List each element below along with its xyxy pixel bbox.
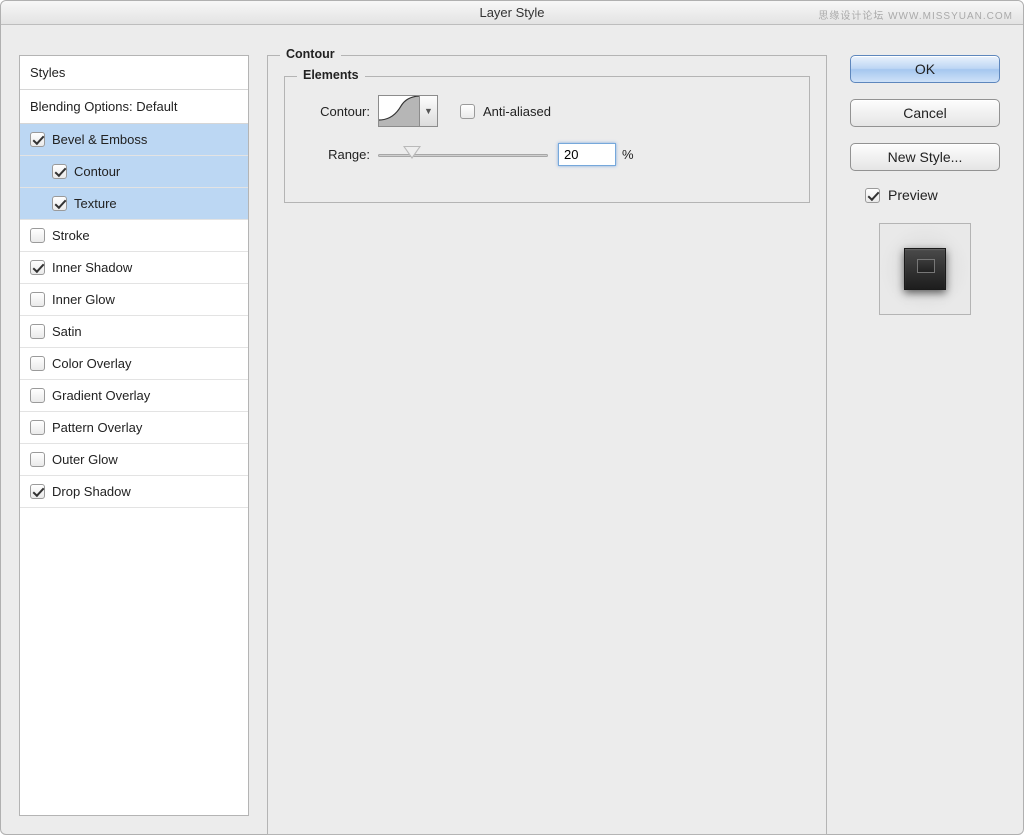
style-item-label: Bevel & Emboss bbox=[52, 132, 147, 147]
range-input[interactable] bbox=[558, 143, 616, 166]
style-checkbox[interactable] bbox=[30, 356, 45, 371]
style-item-bevel-emboss[interactable]: Bevel & Emboss bbox=[20, 124, 248, 156]
layer-style-dialog: Layer Style 思缘设计论坛 WWW.MISSYUAN.COM Styl… bbox=[0, 0, 1024, 835]
anti-aliased-label: Anti-aliased bbox=[483, 104, 551, 119]
style-item-inner-glow[interactable]: Inner Glow bbox=[20, 284, 248, 316]
style-item-label: Drop Shadow bbox=[52, 484, 131, 499]
style-checkbox[interactable] bbox=[30, 260, 45, 275]
style-checkbox[interactable] bbox=[52, 164, 67, 179]
style-item-label: Pattern Overlay bbox=[52, 420, 142, 435]
anti-aliased-row: Anti-aliased bbox=[460, 104, 551, 119]
styles-panel: Styles Blending Options: Default Bevel &… bbox=[19, 55, 249, 816]
elements-group-title: Elements bbox=[297, 68, 365, 82]
contour-group-title: Contour bbox=[280, 47, 341, 61]
style-item-inner-shadow[interactable]: Inner Shadow bbox=[20, 252, 248, 284]
preview-label: Preview bbox=[888, 187, 938, 203]
style-checkbox[interactable] bbox=[30, 388, 45, 403]
cancel-button[interactable]: Cancel bbox=[850, 99, 1000, 127]
style-item-texture[interactable]: Texture bbox=[20, 188, 248, 220]
contour-label: Contour: bbox=[301, 104, 378, 119]
contour-group: Contour Elements Contour: ▼ bbox=[267, 55, 827, 835]
style-checkbox[interactable] bbox=[52, 196, 67, 211]
style-item-label: Satin bbox=[52, 324, 82, 339]
style-item-label: Inner Glow bbox=[52, 292, 115, 307]
style-checkbox[interactable] bbox=[30, 324, 45, 339]
style-item-drop-shadow[interactable]: Drop Shadow bbox=[20, 476, 248, 508]
style-item-color-overlay[interactable]: Color Overlay bbox=[20, 348, 248, 380]
style-checkbox[interactable] bbox=[30, 484, 45, 499]
elements-group: Elements Contour: ▼ bbox=[284, 76, 810, 203]
style-item-pattern-overlay[interactable]: Pattern Overlay bbox=[20, 412, 248, 444]
new-style-button[interactable]: New Style... bbox=[850, 143, 1000, 171]
style-checkbox[interactable] bbox=[30, 292, 45, 307]
anti-aliased-checkbox[interactable] bbox=[460, 104, 475, 119]
chevron-down-icon: ▼ bbox=[424, 106, 433, 116]
contour-row: Contour: ▼ Anti-aliased bbox=[301, 95, 793, 127]
style-item-label: Inner Shadow bbox=[52, 260, 132, 275]
style-item-gradient-overlay[interactable]: Gradient Overlay bbox=[20, 380, 248, 412]
style-checkbox[interactable] bbox=[30, 132, 45, 147]
style-item-label: Texture bbox=[74, 196, 117, 211]
style-checkbox[interactable] bbox=[30, 228, 45, 243]
settings-area: Contour Elements Contour: ▼ bbox=[267, 55, 827, 816]
style-item-stroke[interactable]: Stroke bbox=[20, 220, 248, 252]
style-item-outer-glow[interactable]: Outer Glow bbox=[20, 444, 248, 476]
blending-options-header[interactable]: Blending Options: Default bbox=[20, 90, 248, 124]
style-item-satin[interactable]: Satin bbox=[20, 316, 248, 348]
range-row: Range: % bbox=[301, 143, 793, 166]
style-item-contour[interactable]: Contour bbox=[20, 156, 248, 188]
range-slider[interactable] bbox=[378, 145, 548, 165]
dialog-content: Styles Blending Options: Default Bevel &… bbox=[1, 25, 1023, 834]
preview-row: Preview bbox=[865, 187, 938, 203]
style-item-label: Gradient Overlay bbox=[52, 388, 150, 403]
slider-thumb[interactable] bbox=[403, 146, 421, 159]
styles-header[interactable]: Styles bbox=[20, 56, 248, 90]
contour-dropdown-button[interactable]: ▼ bbox=[420, 95, 438, 127]
styles-list: Bevel & Emboss Contour Texture Stroke Inner … bbox=[20, 124, 248, 508]
style-item-label: Contour bbox=[74, 164, 120, 179]
style-item-label: Outer Glow bbox=[52, 452, 118, 467]
style-checkbox[interactable] bbox=[30, 452, 45, 467]
preview-checkbox[interactable] bbox=[865, 188, 880, 203]
ok-button[interactable]: OK bbox=[850, 55, 1000, 83]
watermark-text: 思缘设计论坛 WWW.MISSYUAN.COM bbox=[818, 7, 1013, 22]
preview-swatch bbox=[904, 248, 946, 290]
right-button-column: OK Cancel New Style... Preview bbox=[845, 55, 1005, 816]
style-item-label: Stroke bbox=[52, 228, 90, 243]
contour-thumbnail[interactable] bbox=[378, 95, 420, 127]
style-checkbox[interactable] bbox=[30, 420, 45, 435]
percent-label: % bbox=[622, 147, 634, 162]
preview-box bbox=[879, 223, 971, 315]
range-label: Range: bbox=[301, 147, 378, 162]
style-item-label: Color Overlay bbox=[52, 356, 131, 371]
